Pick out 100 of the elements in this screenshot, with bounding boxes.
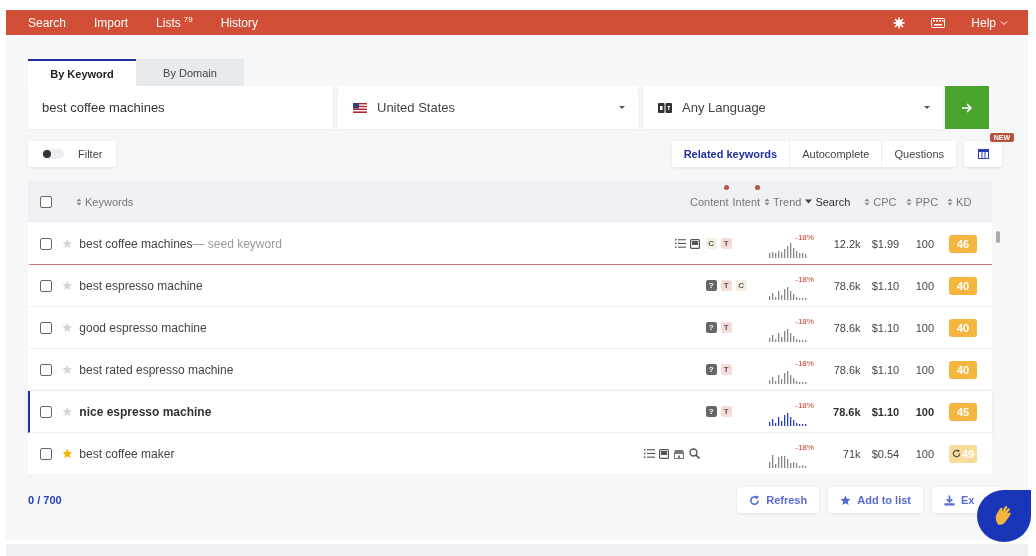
sort-down-icon bbox=[805, 199, 813, 204]
row-checkbox[interactable] bbox=[40, 363, 52, 376]
result-tab[interactable]: Autocomplete bbox=[789, 141, 882, 167]
intent-badge: ? bbox=[705, 280, 717, 291]
intent-badge: T bbox=[720, 280, 732, 291]
trend-sparkline bbox=[769, 285, 808, 300]
star-icon[interactable] bbox=[61, 364, 73, 375]
star-icon[interactable] bbox=[61, 406, 73, 417]
search-volume-cell-text: 78.6k bbox=[832, 279, 861, 292]
intent-badge: ? bbox=[705, 322, 717, 333]
cpc-cell-text: $0.54 bbox=[870, 447, 900, 460]
kd-badge: 40 bbox=[949, 318, 977, 337]
flag-icon bbox=[353, 102, 367, 113]
column-header[interactable]: PPC bbox=[906, 183, 939, 208]
nav-link[interactable]: Search bbox=[28, 15, 67, 30]
kd-badge: 46 bbox=[949, 234, 977, 253]
cpc-cell-text: $1.10 bbox=[870, 321, 900, 334]
search-volume-cell-text: 78.6k bbox=[832, 321, 861, 334]
column-header[interactable]: Intent bbox=[732, 183, 761, 208]
table-row[interactable]: best rated espresso machine ? T -18% 78.6k $1.10 100 40 bbox=[28, 349, 992, 391]
ppc-cell-text: 100 bbox=[914, 321, 935, 334]
intent-badge: T bbox=[720, 406, 732, 417]
table-row[interactable]: best coffee maker -18% 71k $0.54 100 49 bbox=[28, 433, 992, 475]
list-icon bbox=[643, 449, 655, 458]
star-icon[interactable] bbox=[61, 322, 73, 333]
result-tab[interactable]: Related keywords bbox=[671, 141, 790, 167]
row-checkbox[interactable] bbox=[40, 237, 52, 250]
keyword-cell-text: best coffee maker bbox=[79, 446, 176, 461]
trend-change: -18% bbox=[795, 233, 814, 242]
star-icon[interactable] bbox=[61, 448, 73, 459]
keyword-cell-text: nice espresso machine bbox=[79, 404, 213, 419]
sort-icon bbox=[76, 197, 82, 206]
row-checkbox[interactable] bbox=[40, 405, 52, 418]
keyword-field[interactable]: best coffee machines bbox=[28, 86, 333, 129]
caret-icon bbox=[618, 105, 626, 110]
table-row[interactable]: best coffee machines— seed keyword C T -18% 12.2k $1.99 100 46 bbox=[28, 223, 992, 265]
column-header[interactable]: KD bbox=[947, 183, 972, 208]
translate-icon bbox=[658, 102, 672, 113]
trend-change: -18% bbox=[795, 317, 814, 326]
trend-sparkline bbox=[769, 243, 808, 258]
kd-badge: 40 bbox=[949, 360, 977, 379]
star-icon[interactable] bbox=[61, 280, 73, 291]
nav-link[interactable]: Import bbox=[94, 15, 129, 30]
star-icon bbox=[840, 494, 852, 506]
trend-sparkline bbox=[769, 327, 808, 342]
filter-toggle[interactable]: Filter bbox=[28, 141, 117, 167]
shop-icon bbox=[672, 448, 685, 459]
image-icon bbox=[689, 238, 700, 249]
nav-link[interactable]: History bbox=[220, 15, 258, 30]
help-menu[interactable]: Help bbox=[971, 15, 1008, 30]
keyboard-icon[interactable] bbox=[931, 17, 946, 28]
nav-link[interactable]: Lists $^{79}$ bbox=[156, 15, 193, 30]
intent-badge: T bbox=[720, 364, 732, 375]
kd-badge: 45 bbox=[949, 402, 977, 421]
row-checkbox[interactable] bbox=[40, 279, 52, 292]
trend-change: -18% bbox=[795, 359, 814, 368]
columns-button[interactable] bbox=[964, 141, 1002, 167]
intent-badge: ? bbox=[705, 406, 717, 417]
columns-icon bbox=[977, 149, 989, 159]
image-icon bbox=[658, 448, 669, 459]
search-volume-cell-text: 71k bbox=[841, 447, 861, 460]
ppc-cell-text: 100 bbox=[914, 279, 935, 292]
trend-sparkline bbox=[769, 453, 808, 468]
result-tab[interactable]: Questions bbox=[881, 141, 956, 167]
trend-change: -18% bbox=[795, 401, 814, 410]
ppc-cell-text: 100 bbox=[914, 447, 935, 460]
language-select[interactable]: Any Language bbox=[643, 86, 943, 129]
table-row[interactable]: best espresso machine ? T C -18% 78.6k $1.10 100 40 bbox=[28, 265, 992, 307]
kd-badge: 40 bbox=[949, 276, 977, 295]
mode-tab[interactable]: By Domain bbox=[136, 59, 244, 86]
ppc-cell-text: 100 bbox=[914, 363, 935, 376]
row-checkbox[interactable] bbox=[40, 321, 52, 334]
chat-button[interactable] bbox=[977, 490, 1031, 542]
select-all-checkbox[interactable] bbox=[40, 195, 52, 208]
table-row[interactable]: good espresso machine ? T -18% 78.6k $1.10 100 40 bbox=[28, 307, 992, 349]
column-header[interactable]: Content bbox=[690, 183, 729, 208]
column-header[interactable]: CPC bbox=[864, 183, 897, 208]
row-checkbox[interactable] bbox=[40, 447, 52, 460]
cpc-cell-text: $1.99 bbox=[870, 237, 900, 250]
country-select[interactable]: United States bbox=[338, 86, 638, 129]
keyword-cell-text: best espresso machine bbox=[79, 278, 204, 293]
intent-badge: T bbox=[720, 322, 732, 333]
selection-count: 0 / 700 bbox=[28, 494, 62, 506]
ppc-cell-text: 100 bbox=[914, 237, 935, 250]
add-to-list-button[interactable]: Add to list bbox=[828, 487, 923, 513]
mode-tab[interactable]: By Keyword bbox=[28, 59, 136, 86]
keyword-cell-text: best coffee machines— seed keyword bbox=[79, 236, 283, 251]
table-row[interactable]: nice espresso machine ? T -18% 78.6k $1.10 100 45 bbox=[28, 391, 992, 433]
column-header[interactable]: Search bbox=[805, 183, 851, 208]
ppc-cell-text: 100 bbox=[914, 405, 935, 418]
star-icon[interactable] bbox=[61, 238, 73, 249]
refresh-button[interactable]: Refresh bbox=[737, 487, 820, 513]
keyword-cell-text: good espresso machine bbox=[79, 320, 208, 335]
gear-icon[interactable] bbox=[893, 16, 906, 29]
trend-sparkline bbox=[769, 369, 808, 384]
search-volume-cell-text: 12.2k bbox=[832, 237, 861, 250]
column-header[interactable]: Keywords bbox=[76, 183, 690, 208]
caret-icon bbox=[923, 105, 931, 110]
keyword-cell-text: best rated espresso machine bbox=[79, 362, 235, 377]
column-header[interactable]: Trend bbox=[764, 183, 802, 208]
